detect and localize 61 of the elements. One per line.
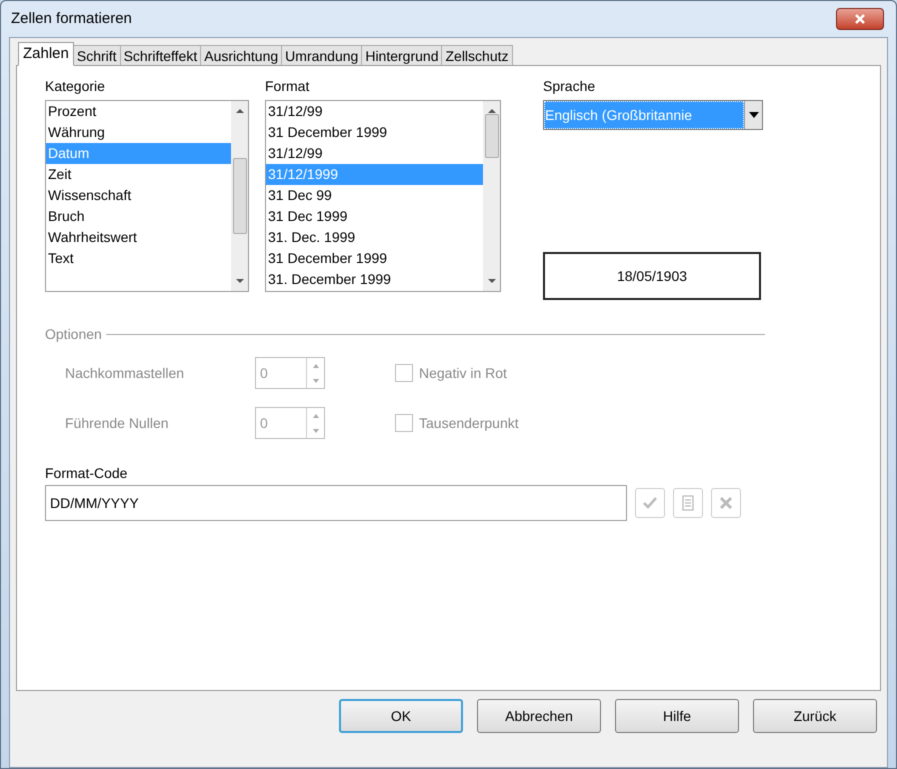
close-button[interactable]: [836, 8, 884, 30]
scroll-thumb[interactable]: [232, 158, 246, 234]
format-list[interactable]: 31/12/99 31 December 1999 31/12/99 31/12/1999 31 Dec 99 31 Dec 1999 31. Dec. 1999 31 December 1999 31. December 1999: [265, 100, 501, 292]
spinner-label: Nachkommastellen: [65, 364, 186, 382]
format-item[interactable]: 31 Dec 99: [266, 185, 483, 206]
delete-icon: [719, 496, 733, 510]
language-label: Sprache: [543, 77, 596, 96]
tab[interactable]: Schrift: [72, 45, 121, 66]
category-item[interactable]: Bruch: [46, 206, 231, 227]
category-item[interactable]: Wahrheitswert: [46, 227, 231, 248]
tab[interactable]: Ausrichtung: [200, 45, 282, 66]
tab[interactable]: Zahlen: [18, 42, 74, 66]
format-item[interactable]: 31 December 1999: [266, 248, 483, 269]
tab[interactable]: Umrandung: [281, 45, 362, 66]
spin-up-icon: [312, 364, 318, 368]
scrollbar[interactable]: [231, 101, 248, 291]
document-icon: [682, 495, 694, 511]
format-item[interactable]: 31. December 1999: [266, 269, 483, 290]
checkbox-label: Negativ in Rot: [419, 364, 507, 383]
dropdown-caret-icon: [748, 112, 758, 118]
dialog-button[interactable]: OK: [339, 699, 463, 733]
window-title: Zellen formatieren: [11, 8, 132, 29]
category-list[interactable]: Prozent Währung Datum Zeit Wissenschaft Bruch Wahrheitswert Text: [45, 100, 249, 292]
scroll-down-icon: [236, 279, 244, 283]
options-heading: Optionen: [45, 325, 103, 344]
spin-up-icon: [312, 414, 318, 418]
dialog-button[interactable]: Abbrechen: [477, 699, 601, 733]
format-code-field[interactable]: DD/MM/YYYY: [45, 485, 627, 521]
format-item[interactable]: 31/12/99: [266, 101, 483, 122]
format-item[interactable]: 31 Dec 1999: [266, 206, 483, 227]
category-label: Kategorie: [45, 77, 106, 96]
format-label: Format: [265, 77, 310, 96]
scrollbar[interactable]: [483, 101, 500, 291]
accept-button[interactable]: [635, 488, 665, 518]
checkmark-icon: [642, 496, 658, 510]
category-item[interactable]: Prozent: [46, 101, 231, 122]
spin-down-icon: [312, 378, 318, 382]
tab[interactable]: Zellschutz: [441, 45, 513, 66]
format-item[interactable]: 31/12/99: [266, 143, 483, 164]
checkbox-label: Tausenderpunkt: [419, 414, 519, 433]
category-item[interactable]: Währung: [46, 122, 231, 143]
scroll-down-icon: [488, 279, 496, 283]
dialog-button[interactable]: Zurück: [753, 699, 877, 733]
close-icon: [854, 13, 866, 25]
format-item[interactable]: 31 December 1999: [266, 122, 483, 143]
tab[interactable]: Hintergrund: [361, 45, 442, 66]
tab[interactable]: Schrifteffekt: [120, 45, 202, 66]
category-item[interactable]: Text: [46, 248, 231, 269]
delete-button[interactable]: [711, 488, 741, 518]
format-code-label: Format-Code: [45, 464, 128, 483]
comment-button[interactable]: [673, 488, 703, 518]
language-value: Englisch (Großbritannie: [544, 101, 744, 129]
category-item[interactable]: Zeit: [46, 164, 231, 185]
spinner-label: Führende Nullen: [65, 414, 170, 432]
scroll-thumb[interactable]: [484, 114, 498, 158]
format-preview: 18/05/1903: [543, 252, 761, 300]
dialog-button[interactable]: Hilfe: [615, 699, 739, 733]
category-item[interactable]: Wissenschaft: [46, 185, 231, 206]
scroll-up-icon: [236, 109, 244, 113]
spin-down-icon: [312, 428, 318, 432]
format-item[interactable]: 31. Dec. 1999: [266, 227, 483, 248]
